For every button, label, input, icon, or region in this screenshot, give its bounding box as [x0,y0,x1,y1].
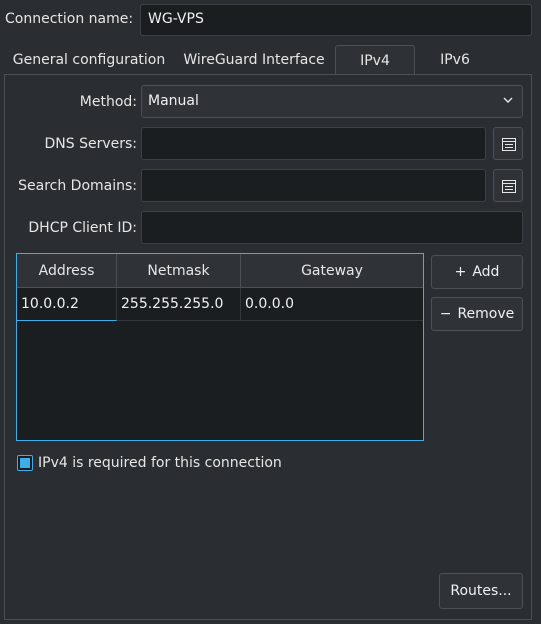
add-button-label: Add [472,264,500,280]
tab-general-configuration[interactable]: General configuration [4,45,174,75]
tab-ipv6[interactable]: IPv6 [415,45,495,75]
gateway-cell[interactable]: 0.0.0.0 [241,288,423,321]
column-header-gateway[interactable]: Gateway [241,254,423,288]
connection-name-input[interactable]: WG-VPS [140,4,532,36]
address-table[interactable]: Address Netmask Gateway 10.0.0.2 255.255… [16,253,424,441]
search-domains-label: Search Domains: [18,178,137,194]
routes-button[interactable]: Routes... [439,573,523,609]
plus-icon: + [454,264,467,280]
dns-servers-input[interactable] [141,127,486,160]
dhcp-client-id-label: DHCP Client ID: [28,220,137,236]
dns-servers-label: DNS Servers: [44,136,137,152]
remove-address-button[interactable]: − Remove [431,297,523,331]
table-row[interactable]: 10.0.0.2 255.255.255.0 0.0.0.0 [17,288,423,321]
tab-ipv4[interactable]: IPv4 [335,45,415,75]
column-header-address[interactable]: Address [17,254,117,288]
address-cell[interactable]: 10.0.0.2 [17,288,117,321]
chevron-down-icon [503,97,513,103]
ipv4-panel: Method: Manual DNS Servers: Search Domai… [4,74,532,620]
add-address-button[interactable]: + Add [431,255,523,289]
search-domains-input[interactable] [141,169,486,202]
ipv4-required-label[interactable]: IPv4 is required for this connection [38,455,282,471]
list-edit-icon [502,180,516,193]
list-edit-icon [502,138,516,151]
minus-icon: − [439,306,452,322]
method-value: Manual [148,93,199,109]
ipv4-required-checkbox[interactable] [17,455,33,471]
column-header-netmask[interactable]: Netmask [117,254,241,288]
connection-name-label: Connection name: [5,11,134,27]
method-select[interactable]: Manual [141,85,523,118]
remove-button-label: Remove [457,306,515,322]
address-table-header: Address Netmask Gateway [17,254,423,288]
dhcp-client-id-input[interactable] [141,211,523,244]
tab-wireguard-interface[interactable]: WireGuard Interface [174,45,334,75]
method-label: Method: [79,94,137,110]
dns-list-editor-button[interactable] [493,127,523,160]
checkbox-checked-indicator [20,458,30,468]
ipv4-settings-dialog: Connection name: WG-VPS General configur… [0,0,541,624]
search-domains-list-editor-button[interactable] [493,169,523,202]
netmask-cell[interactable]: 255.255.255.0 [117,288,241,321]
